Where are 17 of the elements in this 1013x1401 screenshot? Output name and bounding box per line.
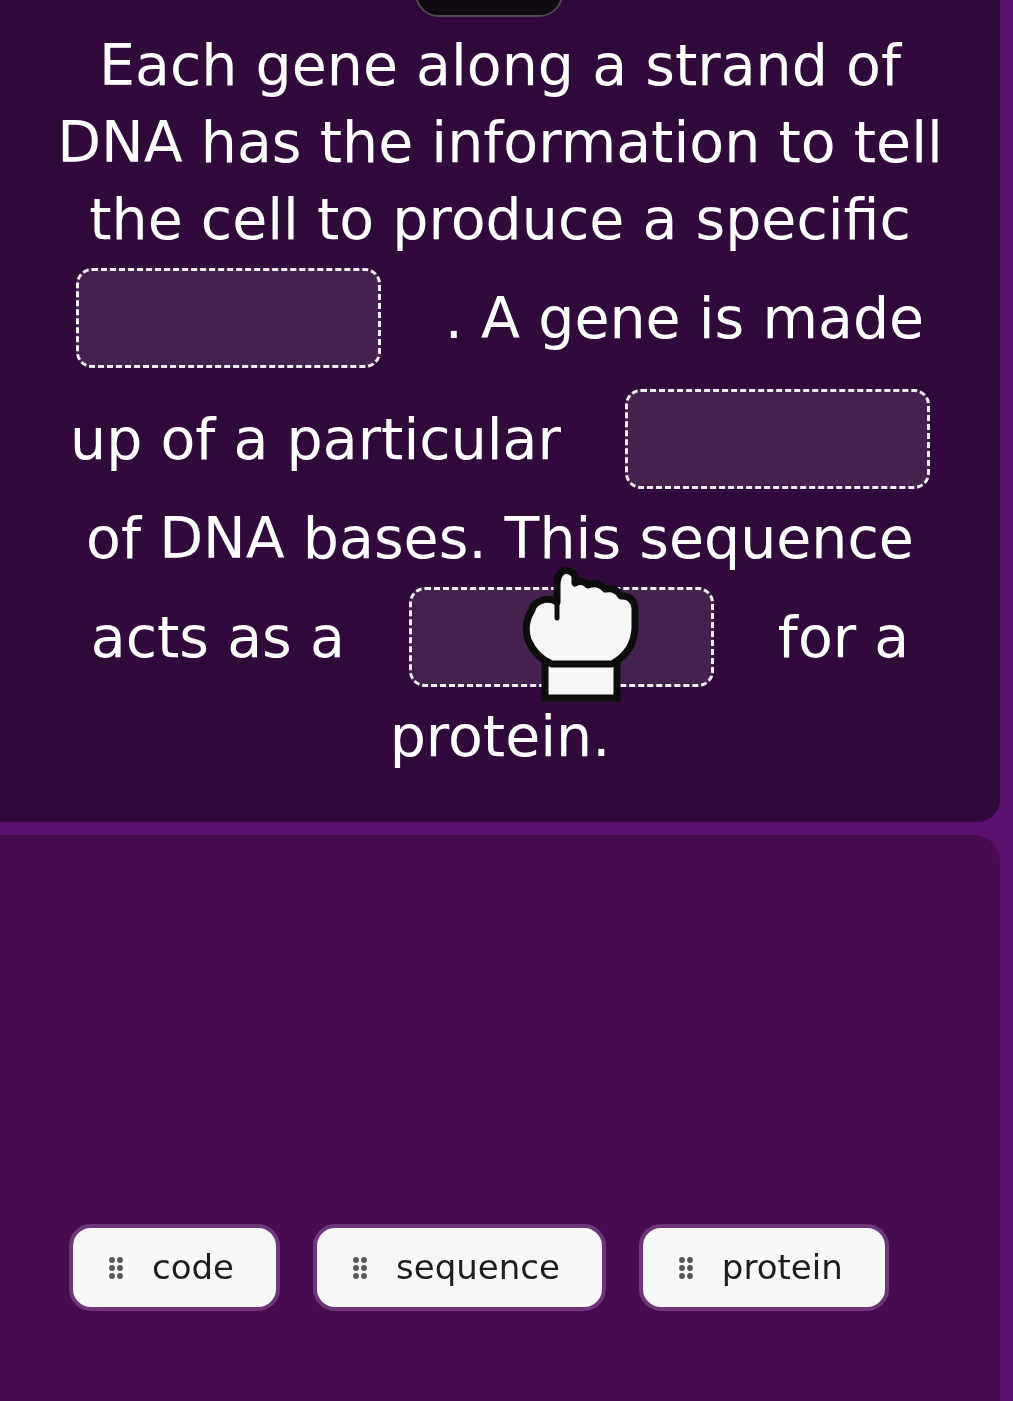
drag-handle-icon [109, 1256, 123, 1279]
question-text: protein. [389, 703, 611, 769]
drag-handle-icon [678, 1256, 693, 1279]
question-text: of DNA bases. This sequence [86, 505, 914, 571]
question-text: DNA has the information to tell [57, 109, 943, 175]
answer-box[interactable] [624, 389, 930, 489]
question-text: up of a particular [70, 406, 561, 472]
question-text: . A gene is made [444, 285, 925, 351]
question-text: Each gene along a strand of [99, 32, 901, 98]
word-tile[interactable]: protein [638, 1224, 889, 1311]
question-text: the cell to produce a specific [89, 186, 911, 252]
answer-box[interactable] [75, 268, 381, 368]
drag-handle-icon [353, 1256, 367, 1279]
question-text: acts as a [90, 604, 345, 670]
word-tile[interactable]: sequence [313, 1224, 606, 1311]
word-tile[interactable]: code [69, 1224, 280, 1311]
question-text: for a [777, 604, 910, 670]
